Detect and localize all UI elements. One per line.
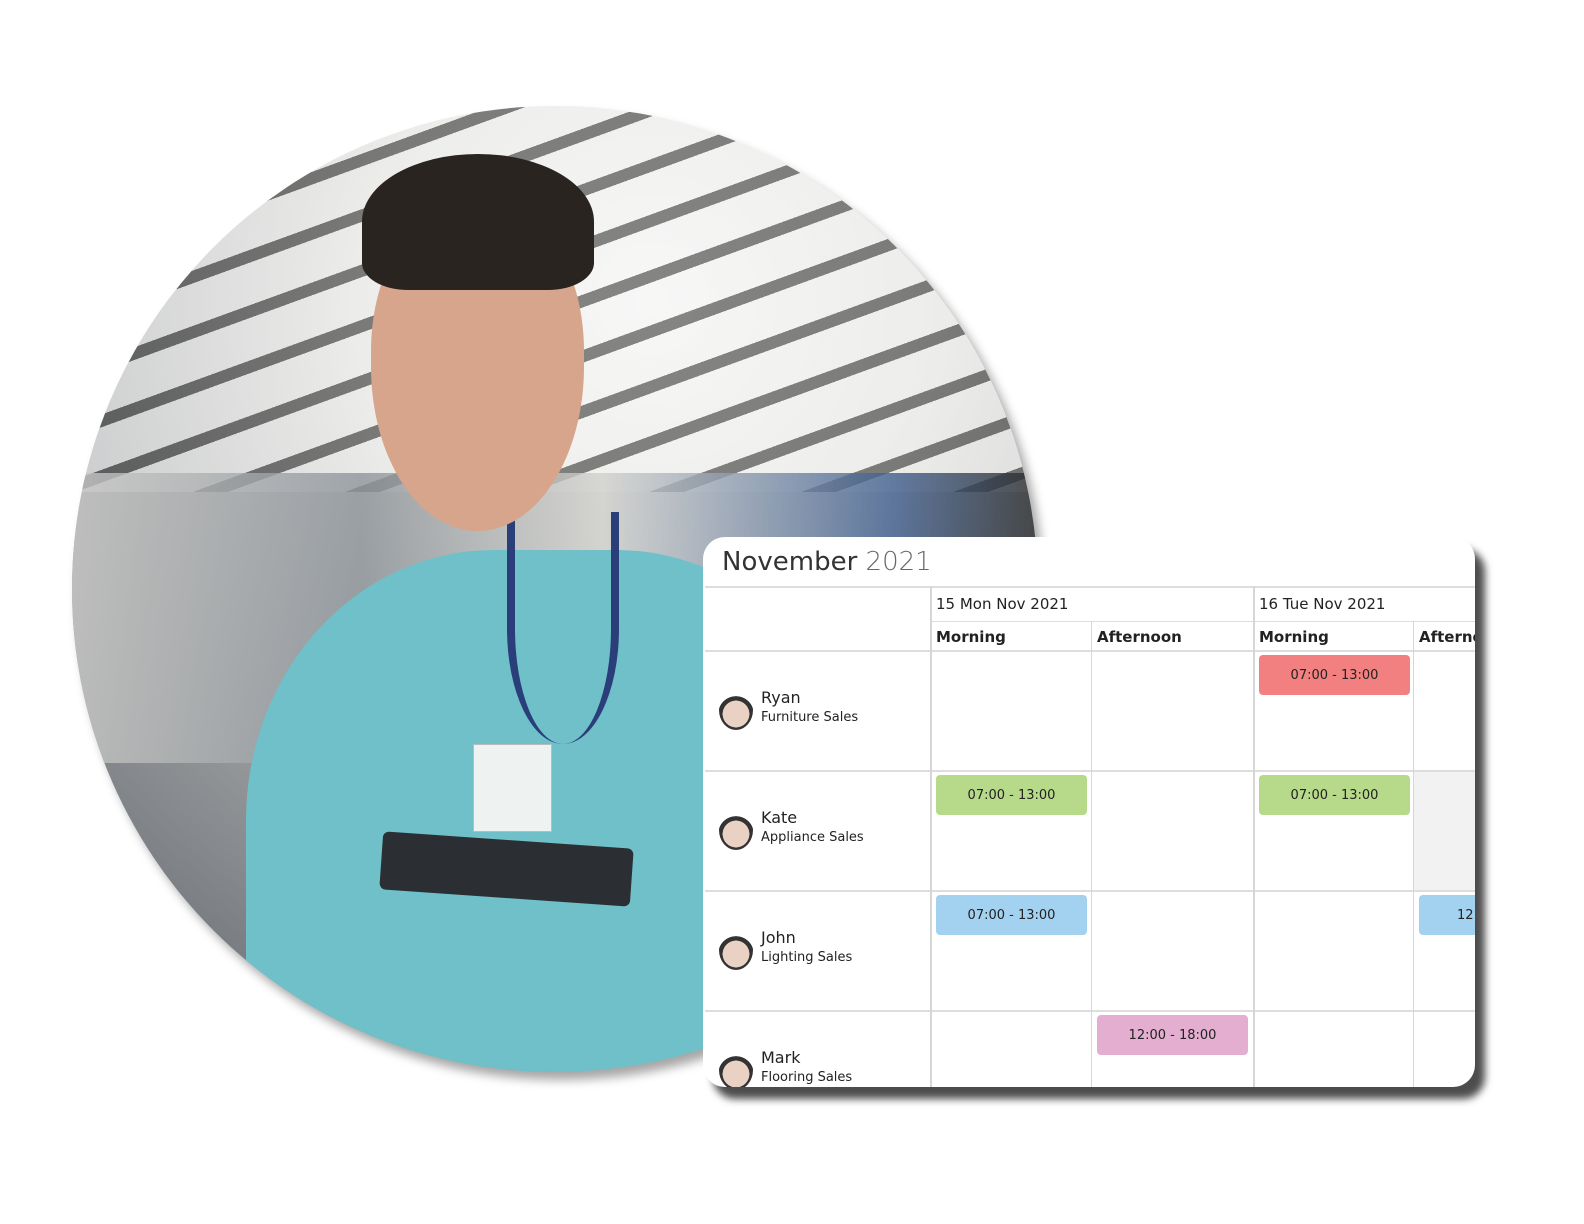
day-header: 15 Mon Nov 2021 (936, 595, 1069, 613)
schedule-cell[interactable]: 12:00 (1414, 892, 1475, 1010)
schedule-cell[interactable]: 12:00 - 18:00 (1092, 1012, 1253, 1087)
schedule-cell[interactable] (1092, 892, 1253, 1010)
shift-block[interactable]: 07:00 - 13:00 (936, 775, 1087, 815)
schedule-cell[interactable]: 07:00 - 13:00 (1254, 772, 1413, 890)
grid-line (1413, 621, 1414, 1087)
shift-header-morning: Morning (1259, 628, 1329, 646)
employee-role: Appliance Sales (761, 830, 864, 845)
grid-line (930, 621, 1475, 622)
day-header: 16 Tue Nov 2021 (1259, 595, 1386, 613)
lanyard (506, 511, 620, 744)
hair (361, 154, 594, 290)
employee-name: Mark (761, 1048, 801, 1067)
employee-role: Flooring Sales (761, 1070, 853, 1085)
schedule-cell[interactable] (1414, 1012, 1475, 1087)
unavailable-cell[interactable] (1414, 772, 1475, 890)
schedule-cell[interactable] (1254, 892, 1413, 1010)
avatar (719, 1050, 753, 1087)
shift-header-afternoon: Afternoon (1097, 628, 1182, 646)
employee-name: John (761, 928, 796, 947)
grid-line (1091, 621, 1092, 1087)
shift-block[interactable]: 12:00 (1419, 895, 1475, 935)
schedule-cell[interactable]: 07:00 - 13:00 (931, 892, 1091, 1010)
shift-block[interactable]: 07:00 - 13:00 (1259, 775, 1410, 815)
schedule-cell[interactable] (1254, 1012, 1413, 1087)
schedule-cell[interactable]: 07:00 - 13:00 (1254, 652, 1413, 770)
grid-line (705, 586, 1475, 588)
grid-line (930, 586, 932, 1087)
schedule-cell[interactable] (1092, 772, 1253, 890)
shift-block[interactable]: 07:00 - 13:00 (936, 895, 1087, 935)
avatar (719, 930, 753, 970)
schedule-cell[interactable] (1414, 652, 1475, 770)
year-label: 2021 (865, 547, 932, 577)
schedule-cell[interactable] (931, 652, 1091, 770)
shift-header-afternoon: Afternoon (1419, 628, 1475, 646)
shift-block[interactable]: 07:00 - 13:00 (1259, 655, 1410, 695)
employee-role: Lighting Sales (761, 950, 853, 965)
employee-role: Furniture Sales (761, 710, 859, 725)
grid-line (1253, 586, 1255, 1087)
shift-header-morning: Morning (936, 628, 1006, 646)
schedule-cell[interactable]: 07:00 - 13:00 (931, 772, 1091, 890)
id-badge (472, 743, 553, 833)
schedule-cell[interactable] (1092, 652, 1253, 770)
avatar (719, 810, 753, 850)
shift-block[interactable]: 12:00 - 18:00 (1097, 1015, 1248, 1055)
month-label: November (722, 547, 858, 577)
employee-name: Kate (761, 808, 798, 827)
employee-name: Ryan (761, 688, 801, 707)
scheduler-title: November 2021 (722, 547, 932, 577)
avatar (719, 690, 753, 730)
schedule-cell[interactable] (931, 1012, 1091, 1087)
scheduler-card: November 2021 15 Mon Nov 2021 Morning Afte… (703, 537, 1475, 1087)
